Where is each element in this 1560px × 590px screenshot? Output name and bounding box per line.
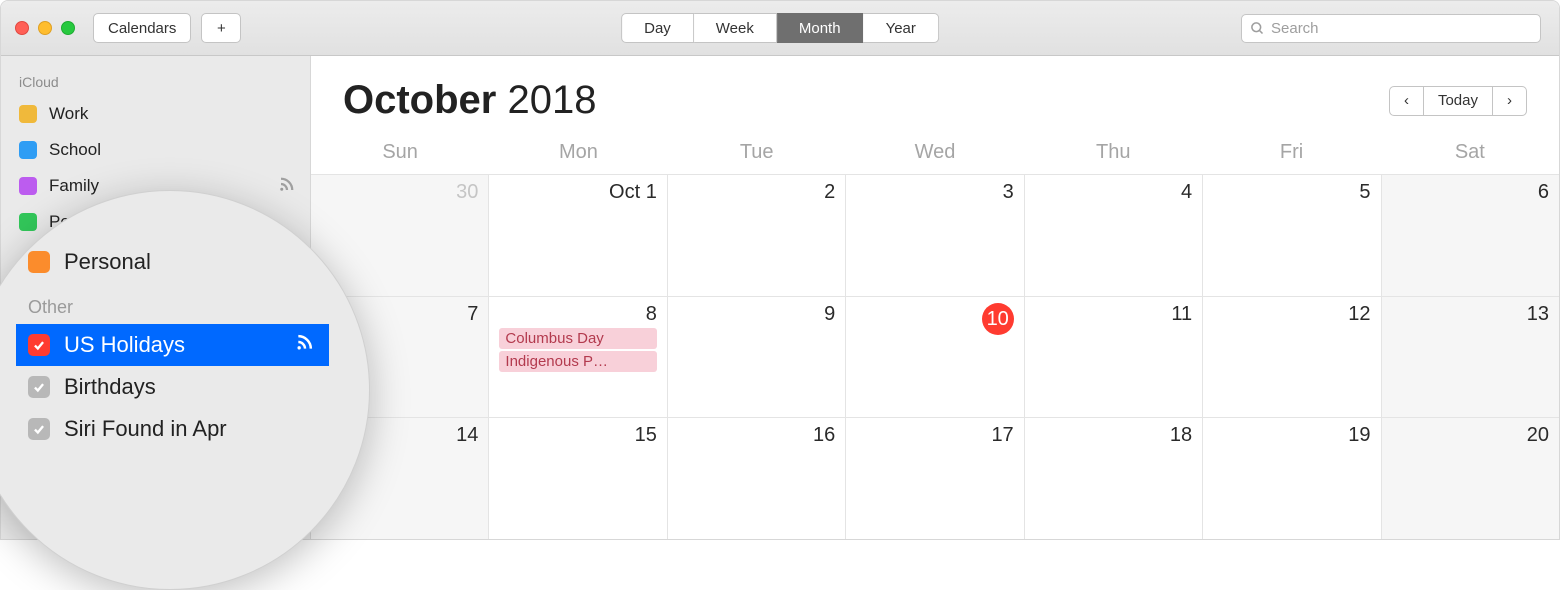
- date-label: 9: [678, 303, 835, 326]
- day-cell[interactable]: Oct 1: [489, 175, 667, 296]
- day-cell[interactable]: 10: [846, 297, 1024, 418]
- sidebar-item-label: School: [49, 140, 101, 160]
- weekday-row: SunMonTueWedThuFriSat: [311, 133, 1559, 174]
- calendar-color-icon: [19, 141, 37, 159]
- window-controls: [15, 21, 75, 35]
- weekday-label: Tue: [668, 141, 846, 164]
- view-switcher: Day Week Month Year: [621, 13, 939, 43]
- checkbox-icon: [28, 334, 50, 356]
- sidebar-item-school[interactable]: School: [1, 132, 310, 168]
- date-label: 19: [1213, 424, 1370, 447]
- day-cell[interactable]: 20: [1382, 418, 1559, 539]
- week-row: 30Oct 123456: [311, 174, 1559, 296]
- sidebar-item-us-holidays[interactable]: US Holidays: [16, 324, 329, 366]
- weekday-label: Sun: [311, 141, 489, 164]
- date-label: 16: [678, 424, 835, 447]
- day-cell[interactable]: 4: [1025, 175, 1203, 296]
- date-label: 20: [1392, 424, 1549, 447]
- calendars-button[interactable]: Calendars: [93, 13, 191, 43]
- date-label: 12: [1213, 303, 1370, 326]
- date-label: 8: [499, 303, 656, 326]
- sidebar-item-personal[interactable]: Personal: [16, 241, 329, 283]
- date-label: 10: [856, 303, 1013, 335]
- day-cell[interactable]: 11: [1025, 297, 1203, 418]
- weekday-label: Mon: [489, 141, 667, 164]
- main-area: October 2018 ‹ Today › SunMonTueWedThuFr…: [311, 56, 1559, 539]
- sidebar-item-siri[interactable]: Siri Found in Apr: [16, 408, 329, 450]
- month-nav: ‹ Today ›: [1389, 86, 1527, 116]
- week-row: 14151617181920: [311, 417, 1559, 539]
- sidebar-item-label: Birthdays: [64, 374, 156, 400]
- next-button[interactable]: ›: [1493, 86, 1527, 116]
- search-input[interactable]: Search: [1241, 14, 1541, 43]
- close-button[interactable]: [15, 21, 29, 35]
- prev-button[interactable]: ‹: [1389, 86, 1424, 116]
- date-label: 4: [1035, 181, 1192, 204]
- day-cell[interactable]: 16: [668, 418, 846, 539]
- date-label: 5: [1213, 181, 1370, 204]
- sidebar-group-other: Other: [16, 283, 329, 324]
- day-cell[interactable]: 19: [1203, 418, 1381, 539]
- date-label: Oct 1: [499, 181, 656, 204]
- day-cell[interactable]: 2: [668, 175, 846, 296]
- sidebar-item-label: Personal: [64, 249, 151, 275]
- view-day[interactable]: Day: [621, 13, 694, 43]
- date-label: 17: [856, 424, 1013, 447]
- day-cell[interactable]: 8Columbus DayIndigenous P…: [489, 297, 667, 418]
- checkbox-icon: [28, 418, 50, 440]
- date-label: 6: [1392, 181, 1549, 204]
- view-week[interactable]: Week: [694, 13, 777, 43]
- sidebar-group-icloud: iCloud: [1, 70, 310, 96]
- date-label: 2: [678, 181, 835, 204]
- titlebar: Calendars + Day Week Month Year Search: [1, 1, 1559, 56]
- sidebar-item-work[interactable]: Work: [1, 96, 310, 132]
- event-chip[interactable]: Columbus Day: [499, 328, 656, 349]
- sidebar-item-label: US Holidays: [64, 332, 185, 358]
- day-cell[interactable]: 12: [1203, 297, 1381, 418]
- date-label: 18: [1035, 424, 1192, 447]
- month-header: October 2018 ‹ Today ›: [311, 56, 1559, 133]
- search-placeholder: Search: [1271, 20, 1319, 37]
- shared-icon: [295, 332, 315, 358]
- weekday-label: Sat: [1381, 141, 1559, 164]
- week-row: 78Columbus DayIndigenous P…910111213: [311, 296, 1559, 418]
- today-button[interactable]: Today: [1424, 86, 1493, 116]
- search-icon: [1250, 21, 1265, 36]
- date-label: 11: [1035, 303, 1192, 326]
- event-chip[interactable]: Indigenous P…: [499, 351, 656, 372]
- day-cell[interactable]: 18: [1025, 418, 1203, 539]
- sidebar-item-birthdays[interactable]: Birthdays: [16, 366, 329, 408]
- sidebar-item-label: Work: [49, 104, 88, 124]
- date-label: 15: [499, 424, 656, 447]
- month-title: October 2018: [343, 78, 596, 123]
- calendar-color-icon: [28, 251, 50, 273]
- add-button[interactable]: +: [201, 13, 241, 43]
- day-cell[interactable]: 3: [846, 175, 1024, 296]
- day-cell[interactable]: 6: [1382, 175, 1559, 296]
- zoom-button[interactable]: [61, 21, 75, 35]
- day-cell[interactable]: 13: [1382, 297, 1559, 418]
- day-cell[interactable]: 15: [489, 418, 667, 539]
- weekday-label: Wed: [846, 141, 1024, 164]
- sidebar-item-label: Siri Found in Apr: [64, 416, 227, 442]
- checkbox-icon: [28, 376, 50, 398]
- day-cell[interactable]: 17: [846, 418, 1024, 539]
- calendar-color-icon: [19, 105, 37, 123]
- weekday-label: Thu: [1024, 141, 1202, 164]
- date-label: 3: [856, 181, 1013, 204]
- date-label: 13: [1392, 303, 1549, 326]
- day-cell[interactable]: 9: [668, 297, 846, 418]
- minimize-button[interactable]: [38, 21, 52, 35]
- day-cell[interactable]: 5: [1203, 175, 1381, 296]
- view-month[interactable]: Month: [777, 13, 864, 43]
- view-year[interactable]: Year: [864, 13, 939, 43]
- weekday-label: Fri: [1202, 141, 1380, 164]
- month-grid: 30Oct 12345678Columbus DayIndigenous P…9…: [311, 174, 1559, 539]
